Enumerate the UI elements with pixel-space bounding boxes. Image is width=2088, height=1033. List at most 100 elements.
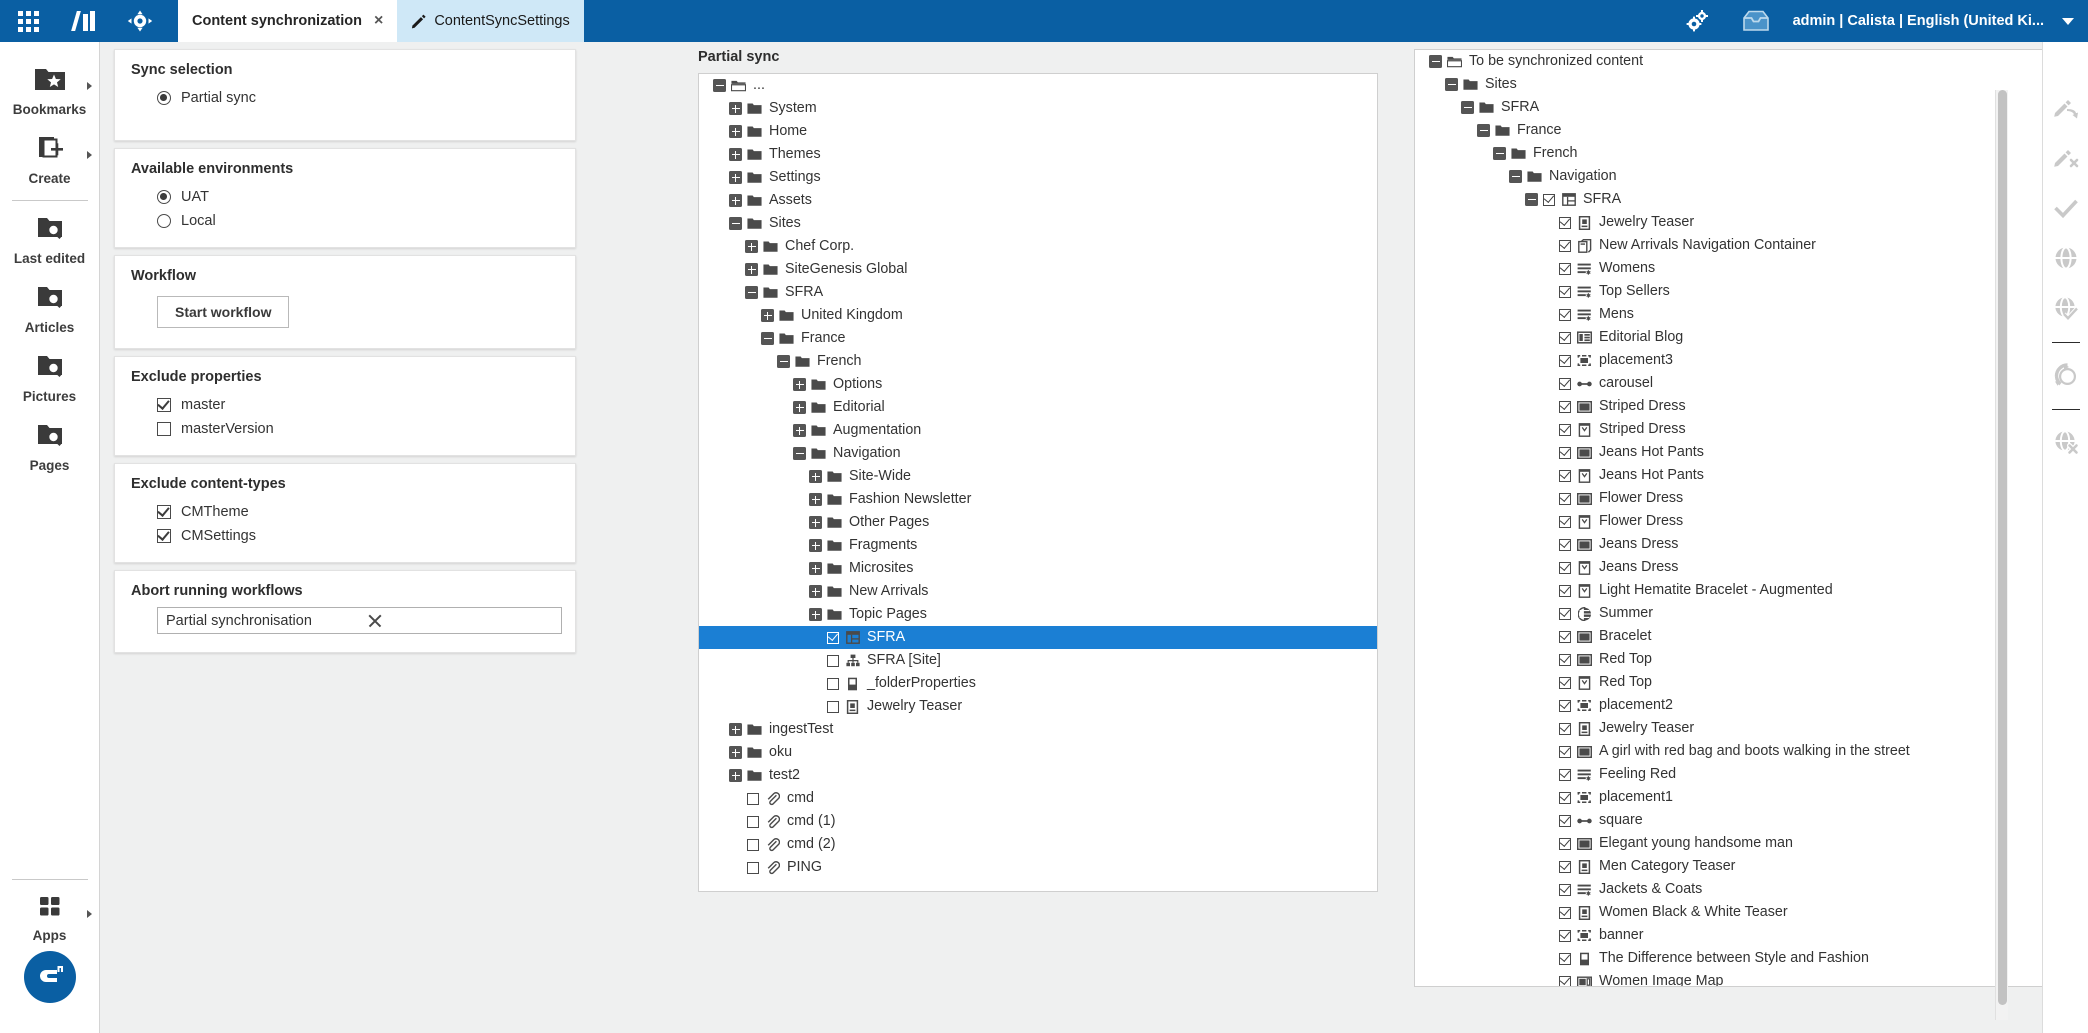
tree-node[interactable]: Navigation (699, 442, 1377, 465)
tree-node[interactable]: Flower Dress (1415, 510, 2088, 533)
collapse-icon[interactable] (713, 79, 726, 92)
collapse-icon[interactable] (1477, 124, 1490, 137)
tree-node[interactable]: Summer (1415, 602, 2088, 625)
tree-node[interactable]: New Arrivals Navigation Container (1415, 234, 2088, 257)
checkbox-masterversion[interactable]: masterVersion (131, 417, 559, 441)
tree-node[interactable]: Striped Dress (1415, 418, 2088, 441)
tree-node[interactable]: French (1415, 142, 2088, 165)
expand-icon[interactable] (809, 516, 822, 529)
tree-checkbox[interactable] (1559, 768, 1571, 781)
expand-icon[interactable] (729, 769, 742, 782)
tree-node[interactable]: Women Black & White Teaser (1415, 901, 2088, 924)
expand-icon[interactable] (809, 493, 822, 506)
tree-checkbox[interactable] (1559, 883, 1571, 896)
sidebar-item-articles[interactable]: Articles (0, 274, 100, 343)
scrollbar-thumb[interactable] (1998, 90, 2007, 1005)
tree-node[interactable]: To be synchronized content (1415, 50, 2088, 73)
tree-checkbox[interactable] (827, 654, 839, 667)
expand-icon[interactable] (793, 378, 806, 391)
tree-checkbox[interactable] (1559, 377, 1571, 390)
tree-checkbox[interactable] (1559, 262, 1571, 275)
collapse-icon[interactable] (1493, 147, 1506, 160)
tree-node[interactable]: SFRA (1415, 188, 2088, 211)
tree-checkbox[interactable] (1559, 676, 1571, 689)
tree-checkbox[interactable] (1559, 745, 1571, 758)
tree-node[interactable]: Jeans Dress (1415, 533, 2088, 556)
expand-icon[interactable] (729, 194, 742, 207)
content-scrollbar[interactable] (1995, 90, 2008, 1020)
clear-x-icon[interactable] (366, 612, 384, 630)
tree-checkbox[interactable] (1559, 584, 1571, 597)
tree-checkbox[interactable] (1559, 791, 1571, 804)
collapse-icon[interactable] (1445, 78, 1458, 91)
check-out-icon[interactable] (2048, 90, 2084, 126)
tree-checkbox[interactable] (747, 815, 759, 828)
collapse-icon[interactable] (793, 447, 806, 460)
collapse-icon[interactable] (1509, 170, 1522, 183)
expand-icon[interactable] (729, 148, 742, 161)
tree-checkbox[interactable] (1559, 906, 1571, 919)
tree-checkbox[interactable] (1559, 607, 1571, 620)
tree-checkbox[interactable] (1559, 722, 1571, 735)
close-icon[interactable]: × (374, 13, 383, 29)
collapse-icon[interactable] (1429, 55, 1442, 68)
tree-node[interactable]: Bracelet (1415, 625, 2088, 648)
tab-content-synchronization[interactable]: Content synchronization × (178, 0, 398, 42)
tree-checkbox[interactable] (1559, 446, 1571, 459)
sidebar-item-last-edited[interactable]: Last edited (0, 205, 100, 274)
user-menu-label[interactable]: admin | Calista | English (United Ki... (1785, 13, 2052, 29)
radio-local[interactable]: Local (131, 209, 559, 233)
tree-node[interactable]: Jewelry Teaser (699, 695, 1377, 718)
expand-icon[interactable] (793, 401, 806, 414)
tree-node[interactable]: ... (699, 74, 1377, 97)
expand-icon[interactable] (729, 171, 742, 184)
radio-uat[interactable]: UAT (131, 185, 559, 209)
tree-checkbox[interactable] (1559, 285, 1571, 298)
tree-node[interactable]: Red Top (1415, 671, 2088, 694)
collapse-icon[interactable] (761, 332, 774, 345)
checkbox-icon[interactable] (157, 398, 171, 412)
checkbox-icon[interactable] (157, 505, 171, 519)
tree-node[interactable]: square (1415, 809, 2088, 832)
tree-checkbox[interactable] (1559, 216, 1571, 229)
checkbox-icon[interactable] (157, 422, 171, 436)
tree-node[interactable]: placement1 (1415, 786, 2088, 809)
sidebar-item-apps[interactable]: Apps (0, 884, 100, 951)
tree-node[interactable]: SFRA (699, 626, 1377, 649)
tree-checkbox[interactable] (1559, 561, 1571, 574)
radio-icon[interactable] (157, 214, 171, 228)
chevron-right-icon[interactable] (86, 151, 92, 159)
tree-node[interactable]: Fashion Newsletter (699, 488, 1377, 511)
tree-checkbox[interactable] (1559, 515, 1571, 528)
tree-checkbox[interactable] (1559, 538, 1571, 551)
tree-node[interactable]: cmd (699, 787, 1377, 810)
expand-icon[interactable] (809, 585, 822, 598)
tree-node[interactable]: PING (699, 856, 1377, 879)
tree-node[interactable]: New Arrivals (699, 580, 1377, 603)
tree-checkbox[interactable] (1559, 308, 1571, 321)
tree-checkbox[interactable] (747, 861, 759, 874)
sidebar-item-create[interactable]: Create (0, 125, 100, 194)
tree-checkbox[interactable] (1559, 699, 1571, 712)
tree-node[interactable]: Flower Dress (1415, 487, 2088, 510)
abort-workflow-field[interactable] (157, 607, 562, 634)
tree-node[interactable]: cmd (2) (699, 833, 1377, 856)
sidebar-item-pictures[interactable]: Pictures (0, 343, 100, 412)
tree-node[interactable]: Chef Corp. (699, 235, 1377, 258)
coremedia-logo-icon[interactable] (56, 0, 112, 42)
to-be-synchronized-tree[interactable]: To be synchronized content Sites SFRA Franc… (1414, 49, 2088, 987)
checkbox-master[interactable]: master (131, 393, 559, 417)
tree-node[interactable]: Fragments (699, 534, 1377, 557)
tree-node[interactable]: oku (699, 741, 1377, 764)
expand-icon[interactable] (809, 562, 822, 575)
withdraw-globe-icon[interactable] (2048, 424, 2084, 460)
publish-globe-icon[interactable] (2048, 240, 2084, 276)
tree-checkbox[interactable] (1559, 354, 1571, 367)
tree-node[interactable]: Striped Dress (1415, 395, 2088, 418)
tree-node[interactable]: Other Pages (699, 511, 1377, 534)
tree-node[interactable]: Womens (1415, 257, 2088, 280)
tree-node[interactable]: Jeans Hot Pants (1415, 464, 2088, 487)
tree-node[interactable]: Navigation (1415, 165, 2088, 188)
tree-checkbox[interactable] (1559, 492, 1571, 505)
checkbox-cmtheme[interactable]: CMTheme (131, 500, 559, 524)
